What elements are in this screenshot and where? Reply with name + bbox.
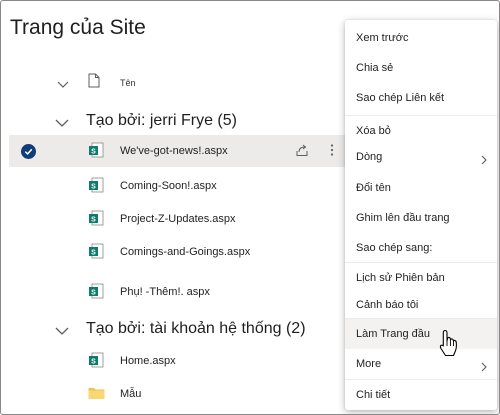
file-name[interactable]: Project-Z-Updates.aspx (120, 213, 236, 225)
menu-item-label: Ghim lên đầu trang (356, 212, 450, 224)
chevron-right-icon (481, 152, 487, 170)
file-name[interactable]: We've-got-news!.aspx (120, 145, 228, 157)
menu-item-label: Lịch sử Phiên bản (356, 272, 445, 284)
svg-text:S: S (91, 249, 96, 256)
svg-text:S: S (91, 148, 96, 155)
sitepage-icon: S (88, 243, 104, 264)
svg-text:S: S (91, 358, 96, 365)
menu-item-flow[interactable]: Dòng (345, 142, 497, 172)
chevron-down-icon[interactable] (55, 323, 69, 341)
group-label: Tạo bởi: jerri Frye (5) (86, 112, 237, 129)
file-type-icon[interactable] (88, 73, 100, 93)
sitepage-icon: S (88, 177, 104, 198)
menu-item-copy-to[interactable]: Sao chép sang: (345, 233, 497, 263)
menu-item-label: More (356, 358, 382, 370)
menu-item-alert-me[interactable]: Cảnh báo tôi (345, 290, 497, 320)
chevron-right-icon (481, 359, 487, 377)
sitepage-icon: S (88, 283, 104, 304)
menu-item-label: Sao chép Liên kết (356, 92, 445, 104)
page-title: Trang của Site (10, 16, 146, 39)
menu-item-pin-to-top[interactable]: Ghim lên đầu trang (345, 203, 497, 233)
menu-item-preview[interactable]: Xem trước (345, 23, 497, 53)
site-pages-window: Trang của Site Tên Tạo bởi: jerri Frye (… (0, 0, 500, 415)
folder-icon (88, 386, 105, 405)
hand-pointer-cursor-icon (437, 329, 461, 362)
menu-item-make-homepage[interactable]: Làm Trang đầu (345, 319, 497, 349)
menu-item-label: Làm Trang đầu (356, 328, 430, 340)
menu-item-label: Chi tiết (356, 389, 391, 401)
menu-item-copy-link[interactable]: Sao chép Liên kết (345, 83, 497, 113)
sitepage-icon: S (88, 142, 104, 163)
group-label: Tạo bởi: tài khoản hệ thống (2) (86, 320, 306, 337)
share-icon[interactable] (295, 143, 309, 162)
file-name[interactable]: Home.aspx (120, 355, 176, 367)
menu-item-label: Dòng (356, 151, 383, 163)
menu-item-share[interactable]: Chia sẻ (345, 53, 497, 83)
menu-item-label: Xem trước (356, 32, 409, 44)
menu-item-rename[interactable]: Đổi tên (345, 173, 497, 203)
menu-item-version-history[interactable]: Lịch sử Phiên bản (345, 263, 497, 293)
sitepage-icon: S (88, 352, 104, 373)
menu-item-label: Chia sẻ (356, 62, 394, 74)
chevron-down-icon[interactable] (55, 115, 69, 133)
menu-item-label: Xóa bỏ (356, 125, 391, 137)
context-menu: Xem trước Chia sẻ Sao chép Liên kết Xóa … (345, 20, 497, 410)
svg-text:S: S (91, 183, 96, 190)
menu-item-label: Cảnh báo tôi (356, 299, 419, 311)
menu-item-details[interactable]: Chi tiết (345, 380, 497, 410)
svg-text:S: S (91, 216, 96, 223)
folder-name[interactable]: Mẫu (120, 388, 141, 400)
column-header-name[interactable]: Tên (120, 78, 136, 88)
sitepage-icon: S (88, 210, 104, 231)
more-actions-icon[interactable] (329, 143, 335, 162)
file-name[interactable]: Phụ! -Thêm!. aspx (120, 286, 210, 298)
file-name[interactable]: Coming-Soon!.aspx (120, 180, 217, 192)
menu-item-label: Sao chép sang: (356, 242, 433, 254)
menu-item-label: Đổi tên (356, 182, 391, 194)
svg-text:S: S (91, 289, 96, 296)
table-row[interactable]: S We've-got-news!.aspx (9, 135, 362, 167)
file-name[interactable]: Comings-and-Goings.aspx (120, 246, 250, 258)
menu-item-more[interactable]: More (345, 349, 497, 379)
collapse-all-chevron-icon[interactable] (57, 76, 69, 94)
selected-check-icon[interactable] (21, 144, 36, 159)
